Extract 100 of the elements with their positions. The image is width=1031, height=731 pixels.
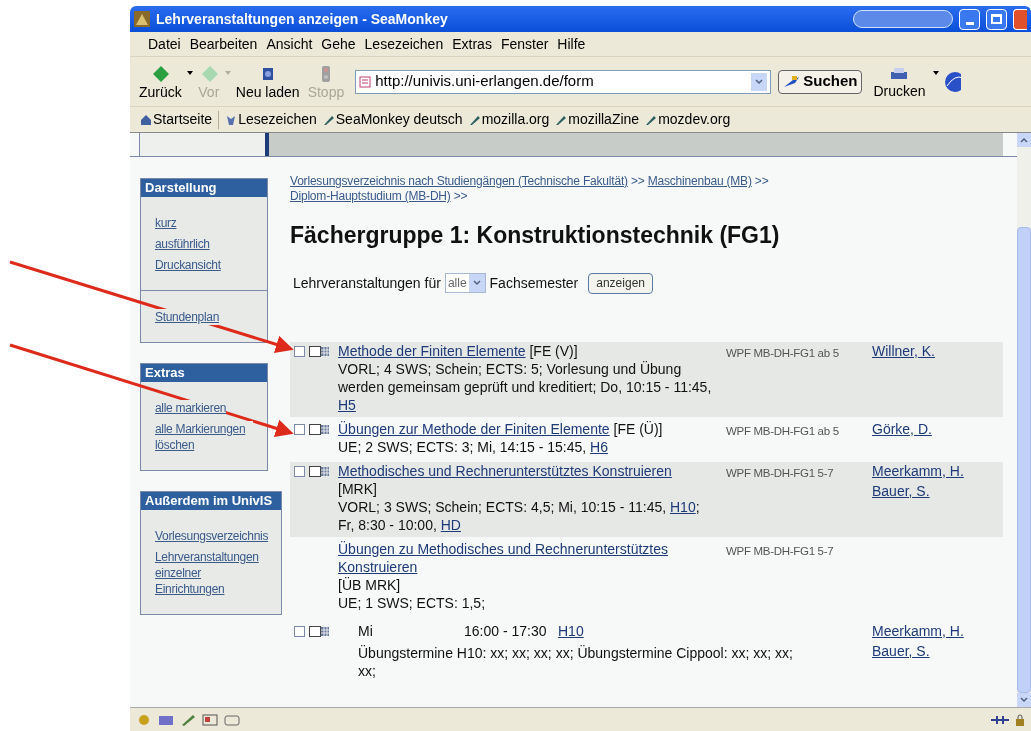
lock-icon — [1015, 713, 1025, 726]
minimize-button[interactable] — [959, 8, 980, 30]
calendar-icon[interactable] — [309, 625, 329, 637]
menu-item[interactable]: Fenster — [500, 33, 549, 55]
pen-icon — [555, 113, 568, 126]
course-link[interactable]: Übungen zur Methode der Finiten Elemente — [338, 419, 610, 438]
breadcrumb-link[interactable]: Maschinenbau (MB) — [647, 174, 752, 188]
breadcrumb-link[interactable]: Vorlesungsverzeichnis nach Studiengängen (Technische Fakultät) — [290, 174, 628, 188]
sidebar-link[interactable]: Vorlesungsverzeichnis — [155, 528, 269, 544]
calendar-icon[interactable] — [309, 465, 329, 477]
checkbox[interactable] — [294, 345, 305, 357]
lecturer-link[interactable]: Görke, D. — [872, 419, 932, 438]
bookmark-item[interactable]: mozdev.org — [645, 109, 731, 130]
scroll-down-button[interactable] — [1017, 693, 1031, 707]
bookmark-item[interactable]: Startseite — [140, 109, 213, 130]
lecturer-link[interactable]: Meerkamm, H. — [872, 461, 964, 480]
lecturer-link[interactable]: Bauer, S. — [872, 481, 930, 500]
maximize-button[interactable] — [986, 8, 1007, 30]
session-time: 16:00 - 17:30 — [464, 621, 548, 640]
course-title: Übungen zu Methodisches und Rechnerunterstütztes Konstruieren [ÜB MRK] — [338, 539, 712, 594]
caret-icon[interactable] — [932, 71, 939, 75]
course-title: Methode der Finiten Elemente [FE (V)] — [338, 341, 579, 360]
lecturer-link[interactable]: Bauer, S. — [872, 641, 930, 660]
caret-icon[interactable] — [186, 71, 193, 75]
pen-icon — [645, 113, 658, 126]
course-link[interactable]: Übungen zu Methodisches und Rechnerunterstütztes Konstruieren — [338, 539, 712, 576]
menu-item[interactable]: Lesezeichen — [364, 33, 444, 55]
course-title: Übungen zur Methode der Finiten Elemente [FE (Ü)] — [338, 419, 664, 438]
panel-title: Darstellung — [141, 179, 267, 197]
panel-title: Extras — [141, 364, 267, 382]
course-details: VORL; 3 SWS; Schein; ECTS: 4,5; Mi, 10:15 - 11:45, H10; Fr, 8:30 - 10:00, HD — [338, 497, 701, 534]
module-code: WPF MB-DH-FG1 ab 5 — [726, 424, 839, 437]
page-heading: Fächergruppe 1: Konstruktionstechnik (FG1) — [290, 221, 781, 250]
bookmark-icon — [225, 113, 238, 126]
checkbox[interactable] — [294, 423, 305, 435]
dropdown-button[interactable] — [751, 72, 768, 91]
address-text: http://univis.uni-erlangen.de/form — [375, 71, 595, 92]
caret-icon — [1020, 137, 1028, 143]
search-button[interactable]: Suchen — [778, 69, 863, 94]
module-code: WPF MB-DH-FG1 5-7 — [726, 466, 834, 479]
card-icon[interactable] — [202, 712, 218, 727]
room-link[interactable]: H5 — [338, 396, 356, 413]
menu-item[interactable]: Datei — [148, 33, 181, 55]
caret-icon — [755, 78, 764, 85]
menu-item[interactable]: Gehe — [321, 33, 356, 55]
sidebar-link[interactable]: Stundenplan — [155, 309, 220, 325]
course-link[interactable]: Methodisches und Rechnerunterstütztes Konstruieren — [338, 461, 672, 480]
bookmark-item[interactable]: Lesezeichen — [225, 109, 317, 130]
show-button[interactable]: anzeigen — [588, 272, 653, 294]
course-link[interactable]: Methode der Finiten Elemente — [338, 341, 526, 360]
room-link[interactable]: H10 — [558, 621, 584, 640]
course-details: UE; 1 SWS; ECTS: 1,5; — [338, 593, 487, 612]
checkbox[interactable] — [294, 625, 305, 637]
lecturer-link[interactable]: Meerkamm, H. — [872, 621, 964, 640]
bookmark-item[interactable]: mozillaZine — [555, 109, 640, 130]
toolbar-button[interactable]: Zurück — [136, 63, 185, 100]
panel-title: Außerdem im UnivIS — [141, 492, 281, 510]
lecturer-link[interactable]: Willner, K. — [872, 341, 935, 360]
module-code: WPF MB-DH-FG1 ab 5 — [726, 346, 839, 359]
menu-item[interactable]: Bearbeiten — [189, 33, 258, 55]
course-title: Methodisches und Rechnerunterstütztes Konstruieren [MRK] — [338, 461, 673, 498]
session-day: Mi — [358, 621, 464, 640]
sidebar-link[interactable]: alle markieren — [155, 400, 227, 416]
app-icon — [134, 11, 150, 27]
room-link[interactable]: H6 — [590, 438, 608, 455]
semester-select[interactable]: alle — [444, 273, 486, 293]
breadcrumb-link[interactable]: Diplom-Hauptstudium (MB-DH) — [290, 189, 451, 203]
session-note: Übungstermine H10: xx; xx; xx; xx; Übungstermine Cippool: xx; xx; xx; xx; — [357, 643, 794, 680]
sidebar-link[interactable]: ausführlich — [155, 236, 210, 252]
scrollbar-thumb[interactable] — [1017, 227, 1031, 693]
module-code: WPF MB-DH-FG1 5-7 — [726, 544, 834, 557]
sidebar-link[interactable]: kurz — [155, 215, 177, 231]
bookmark-item[interactable]: mozilla.org — [468, 109, 550, 130]
room-link[interactable]: H10 — [670, 498, 696, 515]
breadcrumb: Vorlesungsverzeichnis nach Studiengängen (Technische Fakultät) >> Maschinenbau (MB) >> Diplom-Hauptstudium (MB-DH) >> — [290, 174, 770, 204]
address-field[interactable]: http://univis.uni-erlangen.de/form — [355, 69, 772, 94]
room-link[interactable]: HD — [440, 516, 461, 533]
menu-item[interactable]: Extras — [452, 33, 492, 55]
pen-icon — [468, 113, 481, 126]
close-button[interactable] — [1013, 8, 1027, 30]
sidebar-link[interactable]: Druckansicht — [155, 257, 221, 273]
filter-label: Fachsemester — [489, 273, 579, 293]
page-icon — [359, 75, 372, 88]
window-title: Lehrveranstaltungen anzeigen - SeaMonkey — [156, 9, 449, 29]
scroll-up-button[interactable] — [1017, 133, 1031, 147]
sidebar-link[interactable]: alle Markierungen löschen — [155, 421, 253, 453]
checkbox[interactable] — [294, 465, 305, 477]
pen-icon[interactable] — [180, 712, 196, 727]
calendar-icon[interactable] — [309, 423, 329, 435]
scrollbar[interactable] — [1017, 133, 1031, 707]
calendar-icon[interactable] — [309, 345, 329, 357]
bookmark-item[interactable]: SeaMonkey deutsch — [322, 109, 463, 130]
toolbar-button[interactable]: Neu laden — [232, 63, 303, 100]
print-button[interactable]: Drucken — [870, 64, 929, 99]
menu-item[interactable]: Ansicht — [266, 33, 313, 55]
home-icon — [140, 113, 152, 126]
course-details: VORL; 4 SWS; Schein; ECTS: 5; Vorlesung und Übung werden gemeinsam geprüft und kreditiert; Do, 10:15 - 11:45, H5 — [338, 359, 712, 414]
filter-label: Lehrveranstaltungen für — [293, 273, 441, 293]
menu-item[interactable]: Hilfe — [557, 33, 586, 55]
connection-icon — [991, 713, 1009, 726]
